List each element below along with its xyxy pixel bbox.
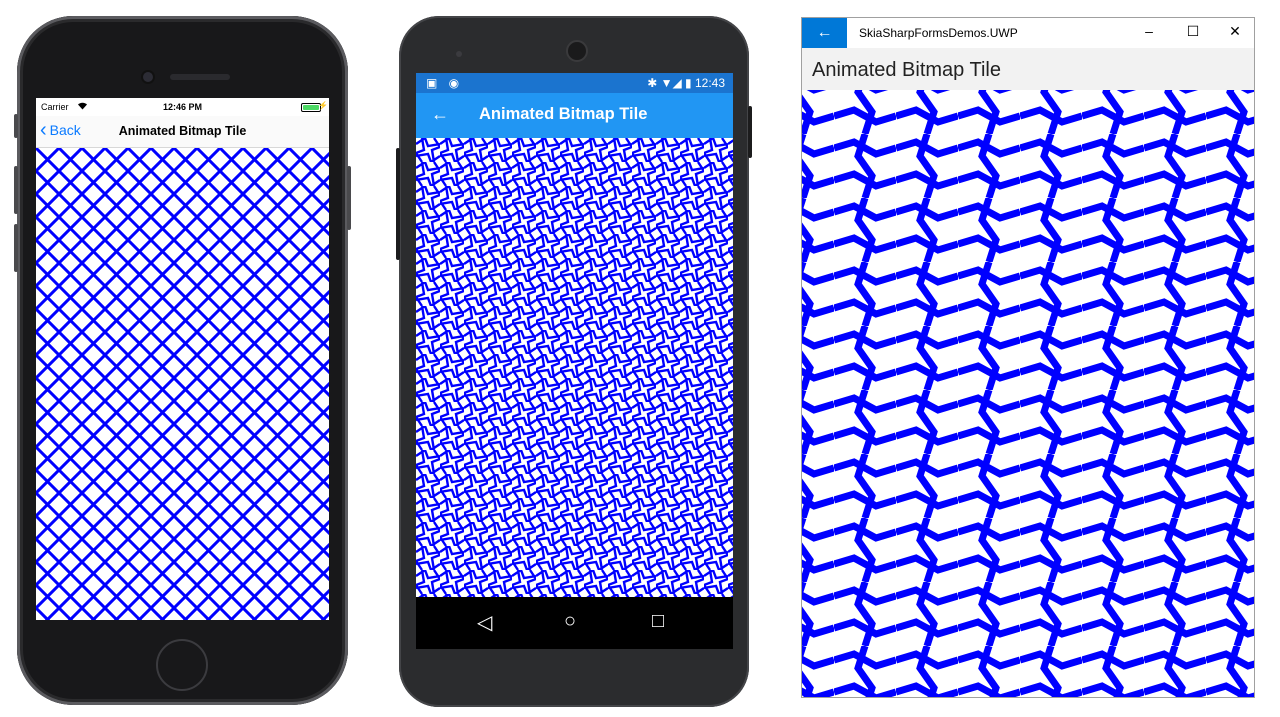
android-clock: 12:43: [694, 76, 725, 90]
animated-tile-canvas: [802, 90, 1254, 697]
iphone-device: Carrier 12:46 PM ⚡ ‹ Back Animated Bitma…: [14, 16, 351, 705]
close-icon[interactable]: ✕: [1220, 23, 1250, 40]
page-header: Animated Bitmap Tile: [802, 48, 1254, 90]
ios-screen: Carrier 12:46 PM ⚡ ‹ Back Animated Bitma…: [36, 98, 329, 620]
charging-icon: ⚡: [318, 101, 328, 110]
android-status-bar: ▣ ◉ ✱ ▼◢ ▮ 12:43: [416, 73, 733, 93]
back-triangle-icon[interactable]: ◁: [477, 610, 492, 635]
front-camera-icon: [566, 40, 588, 62]
minimize-icon[interactable]: –: [1134, 23, 1164, 39]
ios-status-bar: Carrier 12:46 PM ⚡: [36, 98, 329, 116]
window-title-bar: ← SkiaSharpFormsDemos.UWP – ☐ ✕: [802, 18, 1254, 48]
android-device: ▣ ◉ ✱ ▼◢ ▮ 12:43 ← Animated Bitmap Tile …: [396, 16, 752, 707]
volume-down-button: [14, 224, 18, 272]
android-screen: ▣ ◉ ✱ ▼◢ ▮ 12:43 ← Animated Bitmap Tile …: [416, 73, 733, 649]
app-title: SkiaSharpFormsDemos.UWP: [859, 26, 1018, 40]
back-arrow-icon[interactable]: ←: [431, 104, 449, 125]
back-arrow-icon[interactable]: ←: [802, 18, 847, 48]
animated-tile-canvas: [36, 148, 329, 620]
android-navigation-bar: ◁ ○ □: [416, 597, 733, 649]
ios-navigation-bar: ‹ Back Animated Bitmap Tile: [36, 116, 329, 148]
page-title: Animated Bitmap Tile: [479, 105, 648, 123]
home-button[interactable]: [156, 639, 208, 691]
status-icons: ✱ ▼◢ ▮: [647, 76, 692, 90]
android-app-bar: ← Animated Bitmap Tile: [416, 93, 733, 138]
mute-switch: [14, 114, 18, 138]
maximize-icon[interactable]: ☐: [1178, 23, 1208, 40]
animated-tile-canvas: [416, 138, 733, 597]
status-right: ✱ ▼◢ ▮ 12:43: [647, 76, 725, 90]
home-circle-icon[interactable]: ○: [564, 610, 576, 633]
power-button: [347, 166, 351, 230]
power-button: [748, 106, 752, 158]
notification-icons: ▣ ◉: [426, 76, 464, 90]
volume-up-button: [14, 166, 18, 214]
sensor-icon: [456, 51, 462, 57]
front-camera-icon: [141, 70, 155, 84]
ios-clock: 12:46 PM: [162, 102, 203, 112]
volume-rocker: [396, 148, 400, 260]
recents-square-icon[interactable]: □: [652, 610, 664, 633]
page-title: Animated Bitmap Tile: [118, 124, 247, 138]
page-title: Animated Bitmap Tile: [812, 59, 1001, 81]
speaker-grille: [170, 74, 230, 80]
uwp-window: ← SkiaSharpFormsDemos.UWP – ☐ ✕ Animated…: [801, 17, 1255, 698]
